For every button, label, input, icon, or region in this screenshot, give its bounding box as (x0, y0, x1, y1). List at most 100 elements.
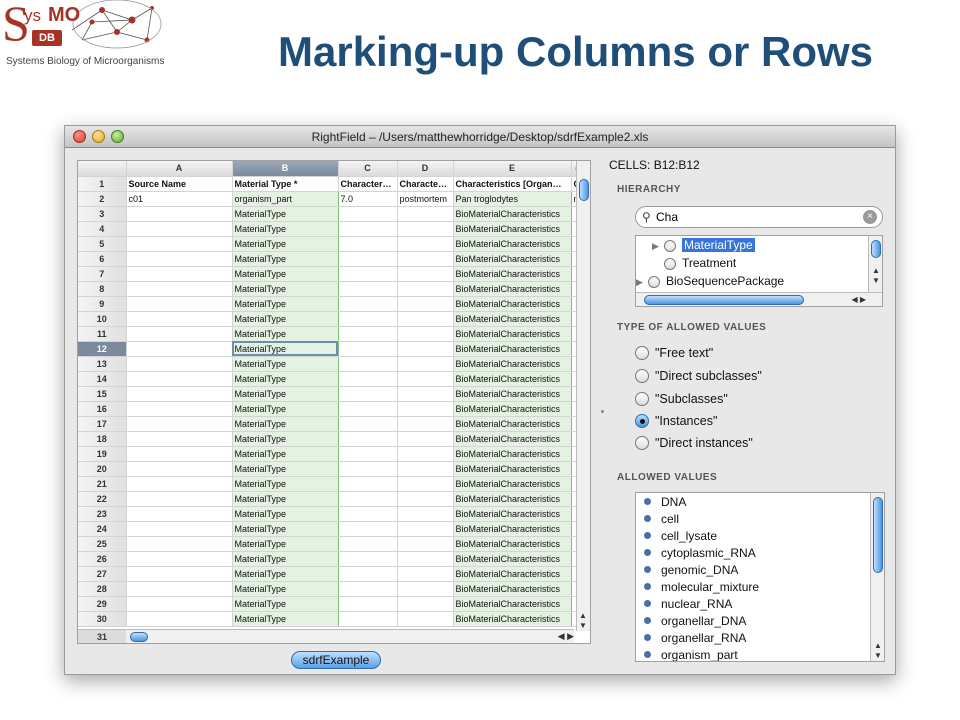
column-header[interactable]: E (453, 161, 572, 177)
table-cell[interactable]: BioMaterialCharacteristics (452, 461, 572, 477)
table-cell[interactable] (338, 281, 398, 297)
table-cell[interactable] (397, 386, 454, 402)
row-header[interactable]: 22 (78, 491, 127, 507)
table-cell[interactable] (338, 326, 398, 342)
row-header[interactable]: 26 (78, 551, 127, 567)
corner-cell[interactable] (78, 161, 127, 177)
row-header[interactable]: 27 (78, 566, 127, 582)
tree-node-treatment[interactable]: Treatment (664, 256, 736, 270)
tree-horizontal-scrollbar[interactable]: ◀ ▶ (636, 292, 882, 306)
row-header[interactable]: 1 (78, 176, 127, 192)
expand-triangle-icon[interactable]: ▶ (652, 241, 664, 252)
table-cell[interactable]: MaterialType (231, 386, 339, 402)
table-cell[interactable] (338, 266, 398, 282)
table-cell[interactable] (338, 311, 398, 327)
table-cell[interactable] (397, 326, 454, 342)
radio-button-icon[interactable] (635, 436, 649, 450)
allowed-values-arrows-icon[interactable]: ▲ ▼ (874, 641, 882, 661)
table-cell[interactable]: MaterialType (231, 311, 339, 327)
hierarchy-tree[interactable]: ▶ MaterialType Treatment ▶ BioSequencePack… (635, 235, 883, 307)
table-cell[interactable] (397, 206, 454, 222)
row-header[interactable]: 30 (78, 611, 127, 627)
table-cell[interactable]: MaterialType (231, 551, 339, 567)
table-cell[interactable] (338, 296, 398, 312)
table-cell[interactable] (338, 596, 398, 612)
table-cell[interactable] (397, 491, 454, 507)
table-cell[interactable]: BioMaterialCharacteristics (452, 551, 572, 567)
table-cell[interactable] (338, 476, 398, 492)
table-cell[interactable]: BioMaterialCharacteristics (452, 581, 572, 597)
row-header[interactable]: 15 (78, 386, 127, 402)
table-cell[interactable] (126, 236, 233, 252)
table-cell[interactable]: organism_part (231, 191, 339, 207)
table-cell[interactable]: BioMaterialCharacteristics (452, 506, 572, 522)
table-cell[interactable] (397, 401, 454, 417)
table-cell[interactable]: Characte… (397, 176, 454, 192)
table-cell[interactable]: MaterialType (231, 251, 339, 267)
table-cell[interactable] (126, 326, 233, 342)
radio-button-icon[interactable] (635, 369, 649, 383)
table-cell[interactable] (397, 266, 454, 282)
table-cell[interactable]: BioMaterialCharacteristics (452, 431, 572, 447)
table-cell[interactable] (126, 491, 233, 507)
row-header[interactable]: 18 (78, 431, 127, 447)
table-cell[interactable] (126, 431, 233, 447)
table-cell[interactable] (338, 491, 398, 507)
table-cell[interactable]: MaterialType (231, 341, 339, 357)
row-header[interactable]: 7 (78, 266, 127, 282)
table-cell[interactable] (397, 311, 454, 327)
table-cell[interactable] (397, 521, 454, 537)
table-cell[interactable] (397, 236, 454, 252)
table-cell[interactable] (397, 296, 454, 312)
row-header[interactable]: 28 (78, 581, 127, 597)
table-cell[interactable] (397, 581, 454, 597)
option-direct-instances[interactable]: "Direct instances" (635, 436, 753, 450)
table-cell[interactable]: Character… (338, 176, 398, 192)
row-header[interactable]: 21 (78, 476, 127, 492)
table-cell[interactable]: BioMaterialCharacteristics (452, 566, 572, 582)
table-cell[interactable] (126, 581, 233, 597)
allowed-values-scroll-thumb[interactable] (873, 497, 883, 573)
row-header[interactable]: 5 (78, 236, 127, 252)
row-header-31[interactable]: 31 (78, 629, 126, 643)
table-cell[interactable]: MaterialType (231, 356, 339, 372)
table-cell[interactable] (338, 236, 398, 252)
table-cell[interactable] (126, 506, 233, 522)
list-item[interactable]: cell (644, 512, 679, 526)
option-instances[interactable]: "Instances" (635, 414, 717, 428)
table-cell[interactable]: BioMaterialCharacteristics (452, 251, 572, 267)
table-cell[interactable] (397, 251, 454, 267)
table-cell[interactable] (397, 446, 454, 462)
row-header[interactable]: 20 (78, 461, 127, 477)
table-cell[interactable]: MaterialType (231, 371, 339, 387)
spreadsheet-grid[interactable]: ABCDE( 1Source NameMaterial Type *Charac… (77, 160, 591, 644)
table-cell[interactable] (126, 251, 233, 267)
table-cell[interactable] (397, 476, 454, 492)
table-cell[interactable]: BioMaterialCharacteristics (452, 521, 572, 537)
table-cell[interactable]: MaterialType (231, 521, 339, 537)
sheet-tab-sdrfexample[interactable]: sdrfExample (291, 651, 381, 669)
table-cell[interactable]: MaterialType (231, 206, 339, 222)
table-cell[interactable]: BioMaterialCharacteristics (452, 326, 572, 342)
row-header[interactable]: 10 (78, 311, 127, 327)
table-cell[interactable]: BioMaterialCharacteristics (452, 416, 572, 432)
table-cell[interactable]: MaterialType (231, 536, 339, 552)
row-header[interactable]: 19 (78, 446, 127, 462)
tree-vertical-scroll-thumb[interactable] (871, 240, 881, 258)
table-cell[interactable] (338, 581, 398, 597)
table-cell[interactable]: BioMaterialCharacteristics (452, 611, 572, 627)
option-free-text[interactable]: "Free text" (635, 346, 713, 360)
table-cell[interactable] (397, 341, 454, 357)
column-header[interactable]: B (232, 161, 339, 177)
expand-triangle-icon[interactable]: ▶ (636, 277, 648, 288)
list-item[interactable]: organellar_DNA (644, 614, 746, 628)
table-cell[interactable]: BioMaterialCharacteristics (452, 401, 572, 417)
tree-horizontal-scroll-thumb[interactable] (644, 295, 804, 305)
table-cell[interactable] (126, 386, 233, 402)
table-cell[interactable] (338, 401, 398, 417)
table-cell[interactable] (338, 506, 398, 522)
table-cell[interactable] (397, 431, 454, 447)
table-cell[interactable]: MaterialType (231, 221, 339, 237)
option-subclasses[interactable]: "Subclasses" (635, 392, 728, 406)
table-cell[interactable] (126, 521, 233, 537)
